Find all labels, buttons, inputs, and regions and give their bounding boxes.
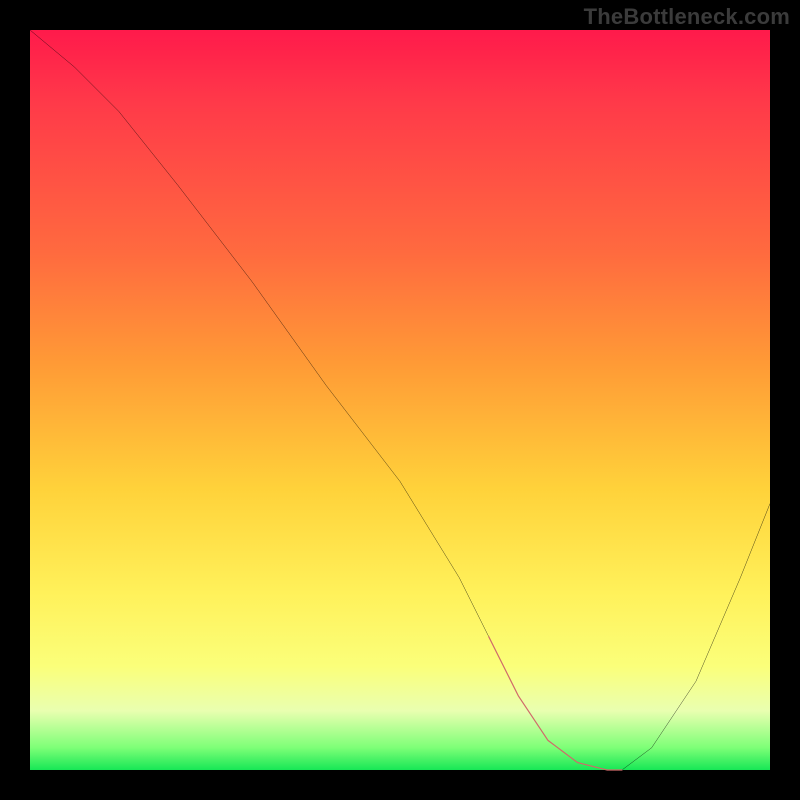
bottleneck-curve [30, 30, 770, 770]
plot-area [30, 30, 770, 770]
curve-svg [30, 30, 770, 770]
watermark-text: TheBottleneck.com [584, 4, 790, 30]
valley-marker [489, 637, 622, 770]
curve-group [30, 30, 770, 770]
chart-frame: TheBottleneck.com [0, 0, 800, 800]
